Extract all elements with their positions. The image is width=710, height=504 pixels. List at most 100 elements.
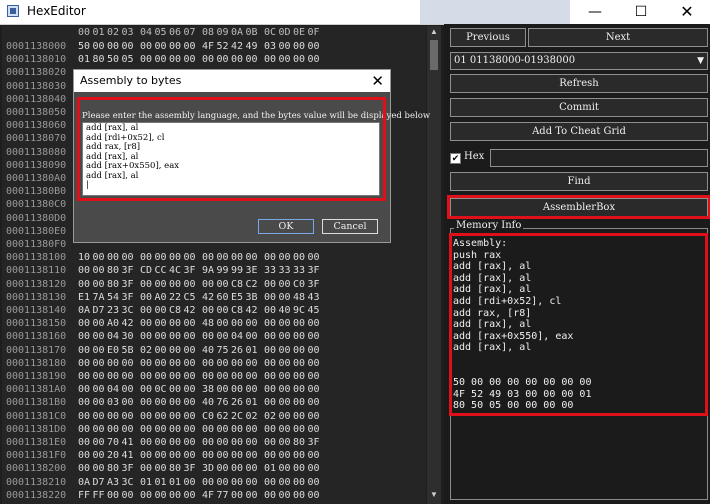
hex-byte-cell[interactable]: 00 (246, 54, 260, 65)
hex-byte-cell[interactable]: A0 (155, 292, 169, 303)
hex-byte-cell[interactable]: 00 (122, 424, 136, 435)
hex-byte-cell[interactable]: 00 (246, 477, 260, 488)
hex-byte-cell[interactable]: 00 (308, 463, 322, 474)
hex-byte-cell[interactable]: 00 (202, 358, 216, 369)
memory-info-text[interactable]: Assembly: push rax add [rax], al add [ra… (453, 238, 705, 416)
hex-byte-cell[interactable]: 60 (217, 292, 231, 303)
hex-row[interactable]: 0001138010 01 80 50 05 00 00 00 00 00 00 00 00 00 00 00… (2, 53, 426, 66)
hex-byte-cell[interactable]: 00 (78, 411, 92, 422)
hex-byte-cell[interactable]: 00 (107, 424, 121, 435)
hex-byte-cell[interactable]: 00 (279, 490, 293, 501)
hex-byte-cell[interactable]: 01 (78, 54, 92, 65)
hex-byte-cell[interactable]: 62 (217, 411, 231, 422)
find-button[interactable]: Find (450, 172, 708, 191)
hex-byte-cell[interactable]: 04 (107, 331, 121, 342)
hex-byte-cell[interactable]: 00 (293, 450, 307, 461)
hex-byte-cell[interactable]: 00 (122, 490, 136, 501)
hex-byte-cell[interactable]: 00 (279, 292, 293, 303)
hex-byte-cell[interactable]: 00 (246, 371, 260, 382)
hex-byte-cell[interactable]: 00 (217, 331, 231, 342)
hex-byte-cell[interactable]: 00 (155, 358, 169, 369)
hex-row[interactable]: 0001138130 E1 7A 54 3F 00 A0 22 C5 42 60 E5 3B 00 00 48… (2, 291, 426, 304)
hex-byte-cell[interactable]: 00 (184, 490, 198, 501)
hex-byte-cell[interactable]: 00 (264, 384, 278, 395)
hex-byte-cell[interactable]: 00 (264, 490, 278, 501)
hex-byte-cell[interactable]: 00 (279, 397, 293, 408)
hex-byte-cell[interactable]: E1 (78, 292, 92, 303)
hex-byte-cell[interactable]: 01 (155, 477, 169, 488)
hex-row[interactable]: 00011381E0 00 00 70 41 00 00 00 00 00 00 00 00 00 00 80… (2, 436, 426, 449)
hex-byte-cell[interactable]: 00 (293, 331, 307, 342)
hex-byte-cell[interactable]: 00 (93, 411, 107, 422)
hex-byte-cell[interactable]: 03 (107, 397, 121, 408)
hex-byte-cell[interactable]: 33 (264, 265, 278, 276)
hex-row[interactable]: 0001138180 00 00 00 00 00 00 00 00 00 00 00 00 00 00 00… (2, 357, 426, 370)
hex-byte-cell[interactable]: 00 (155, 331, 169, 342)
hex-byte-cell[interactable]: 00 (93, 437, 107, 448)
hex-byte-cell[interactable]: 00 (308, 424, 322, 435)
hex-byte-cell[interactable]: 10 (78, 252, 92, 263)
hex-byte-cell[interactable]: 00 (184, 477, 198, 488)
hex-byte-cell[interactable]: 48 (293, 292, 307, 303)
scroll-down-icon[interactable]: ▼ (429, 490, 439, 502)
hex-byte-cell[interactable]: 00 (231, 318, 245, 329)
hex-byte-cell[interactable]: 00 (217, 463, 231, 474)
hex-byte-cell[interactable]: 50 (78, 41, 92, 52)
close-button[interactable]: ✕ (664, 0, 710, 24)
hex-byte-cell[interactable]: 00 (155, 345, 169, 356)
hex-byte-cell[interactable]: 00 (184, 384, 198, 395)
hex-byte-cell[interactable]: 00 (202, 279, 216, 290)
hex-byte-cell[interactable]: 00 (308, 384, 322, 395)
hex-byte-cell[interactable]: 00 (279, 345, 293, 356)
hex-byte-cell[interactable]: FF (93, 490, 107, 501)
hex-byte-cell[interactable]: 3F (184, 463, 198, 474)
hex-byte-cell[interactable]: 00 (93, 331, 107, 342)
hex-row[interactable]: 0001138120 00 00 80 3F 00 00 00 00 00 00 C8 C2 00 00 C0… (2, 278, 426, 291)
hex-byte-cell[interactable]: 99 (231, 265, 245, 276)
hex-byte-cell[interactable]: 26 (231, 397, 245, 408)
hex-byte-cell[interactable]: C2 (246, 279, 260, 290)
hex-byte-cell[interactable]: 00 (93, 384, 107, 395)
hex-byte-cell[interactable]: 00 (93, 463, 107, 474)
hex-byte-cell[interactable]: 00 (169, 54, 183, 65)
hex-byte-cell[interactable]: 00 (279, 450, 293, 461)
hex-byte-cell[interactable]: 00 (308, 490, 322, 501)
hex-byte-cell[interactable]: 00 (184, 450, 198, 461)
hex-byte-cell[interactable]: 00 (169, 318, 183, 329)
hex-byte-cell[interactable]: 00 (78, 331, 92, 342)
hex-byte-cell[interactable]: 00 (140, 292, 154, 303)
hex-byte-cell[interactable]: 00 (155, 397, 169, 408)
hex-checkbox[interactable]: ✔ (450, 153, 461, 164)
hex-byte-cell[interactable]: 00 (78, 437, 92, 448)
hex-byte-cell[interactable]: 00 (202, 437, 216, 448)
hex-byte-cell[interactable]: 00 (140, 411, 154, 422)
hex-byte-cell[interactable]: 00 (140, 331, 154, 342)
hex-byte-cell[interactable]: 00 (293, 424, 307, 435)
hex-byte-cell[interactable]: 20 (107, 450, 121, 461)
refresh-button[interactable]: Refresh (450, 74, 708, 93)
hex-byte-cell[interactable]: 00 (279, 384, 293, 395)
hex-byte-cell[interactable]: E0 (107, 345, 121, 356)
hex-byte-cell[interactable]: 00 (293, 318, 307, 329)
hex-search-input[interactable] (490, 149, 708, 167)
hex-byte-cell[interactable]: 00 (264, 437, 278, 448)
hex-byte-cell[interactable]: 00 (155, 411, 169, 422)
hex-byte-cell[interactable]: 00 (107, 411, 121, 422)
hex-row[interactable]: 00011381C0 00 00 00 00 00 00 00 00 C0 62 2C 02 02 00 00… (2, 410, 426, 423)
hex-byte-cell[interactable]: 00 (308, 41, 322, 52)
hex-row[interactable]: 00011381B0 00 00 03 00 00 00 00 00 40 76 26 01 00 00 00… (2, 396, 426, 409)
hex-byte-cell[interactable]: 00 (293, 490, 307, 501)
hex-byte-cell[interactable]: 3F (122, 292, 136, 303)
hex-byte-cell[interactable]: 30 (122, 331, 136, 342)
hex-byte-cell[interactable]: 00 (169, 490, 183, 501)
hex-byte-cell[interactable]: 00 (293, 41, 307, 52)
hex-row[interactable]: 0001138100 10 00 00 00 00 00 00 00 00 00 00 00 00 00 00… (2, 251, 426, 264)
hex-byte-cell[interactable]: 00 (202, 424, 216, 435)
hex-row[interactable]: 00011381A0 00 00 04 00 00 0C 00 00 38 00 00 00 00 00 00… (2, 383, 426, 396)
hex-row[interactable]: 0001138160 00 00 04 30 00 00 00 00 00 00 04 00 00 00 00… (2, 330, 426, 343)
hex-byte-cell[interactable]: 00 (169, 279, 183, 290)
hex-byte-cell[interactable]: 00 (122, 397, 136, 408)
hex-byte-cell[interactable]: 00 (140, 41, 154, 52)
hex-byte-cell[interactable]: 00 (184, 54, 198, 65)
hex-byte-cell[interactable]: 02 (264, 411, 278, 422)
